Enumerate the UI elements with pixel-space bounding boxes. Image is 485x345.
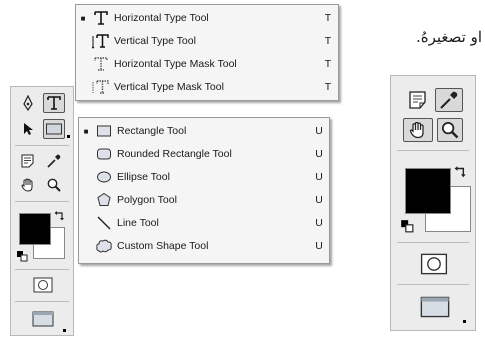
path-selection-icon[interactable] bbox=[17, 119, 39, 139]
vertical-type-mask-icon bbox=[90, 78, 112, 96]
line-icon bbox=[93, 214, 115, 232]
shortcut-key: U bbox=[315, 148, 323, 160]
rectangle-icon bbox=[93, 122, 115, 140]
menu-item-ellipse[interactable]: Ellipse Tool U bbox=[79, 166, 329, 188]
menu-item-label: Polygon Tool bbox=[117, 194, 177, 206]
divider bbox=[15, 301, 69, 302]
eyedropper-icon[interactable] bbox=[43, 151, 65, 171]
menu-item-horizontal-type-mask[interactable]: Horizontal Type Mask Tool T bbox=[76, 53, 338, 75]
menu-item-rounded-rectangle[interactable]: Rounded Rectangle Tool U bbox=[79, 143, 329, 165]
swap-colors-icon[interactable] bbox=[53, 209, 67, 223]
notes-icon[interactable] bbox=[17, 151, 39, 171]
quick-mask-icon[interactable] bbox=[31, 275, 55, 295]
shortcut-key: U bbox=[315, 125, 323, 137]
hidden-tools-indicator bbox=[63, 329, 66, 332]
menu-item-label: Vertical Type Mask Tool bbox=[114, 81, 224, 93]
menu-item-label: Vertical Type Tool bbox=[114, 35, 196, 47]
selected-bullet: ■ bbox=[83, 126, 89, 136]
notes-icon[interactable] bbox=[405, 88, 431, 112]
foreground-color-swatch[interactable] bbox=[405, 168, 451, 214]
hidden-tools-indicator bbox=[67, 135, 70, 138]
type-tool-flyout-menu: ■ Horizontal Type Tool T Vertical Type T… bbox=[75, 4, 339, 101]
custom-shape-icon bbox=[93, 237, 115, 255]
menu-item-polygon[interactable]: Polygon Tool U bbox=[79, 189, 329, 211]
menu-item-vertical-type[interactable]: Vertical Type Tool T bbox=[76, 30, 338, 52]
divider bbox=[15, 145, 69, 146]
shortcut-key: U bbox=[315, 194, 323, 206]
quick-mask-icon[interactable] bbox=[419, 252, 449, 276]
zoom-icon[interactable] bbox=[43, 175, 65, 195]
menu-item-rectangle[interactable]: ■ Rectangle Tool U bbox=[79, 120, 329, 142]
tools-panel-right bbox=[390, 75, 476, 331]
selected-bullet: ■ bbox=[80, 13, 86, 23]
shortcut-key: T bbox=[324, 12, 332, 24]
shortcut-key: T bbox=[324, 81, 332, 93]
divider bbox=[397, 242, 469, 243]
horizontal-type-mask-icon bbox=[90, 55, 112, 73]
menu-item-label: Rounded Rectangle Tool bbox=[117, 148, 232, 160]
menu-item-vertical-type-mask[interactable]: Vertical Type Mask Tool T bbox=[76, 76, 338, 98]
menu-item-line[interactable]: Line Tool U bbox=[79, 212, 329, 234]
menu-item-label: Horizontal Type Tool bbox=[114, 12, 209, 24]
rectangle-shape-icon[interactable] bbox=[43, 119, 65, 139]
ellipse-icon bbox=[93, 168, 115, 186]
shortcut-key: U bbox=[315, 171, 323, 183]
menu-item-horizontal-type[interactable]: ■ Horizontal Type Tool T bbox=[76, 7, 338, 29]
screen-mode-icon[interactable] bbox=[31, 309, 55, 329]
shortcut-key: T bbox=[324, 58, 332, 70]
hand-icon[interactable] bbox=[403, 118, 433, 142]
tools-panel-left bbox=[10, 86, 74, 336]
menu-item-label: Line Tool bbox=[117, 217, 159, 229]
horizontal-type-icon bbox=[90, 9, 112, 27]
zoom-icon[interactable] bbox=[437, 118, 463, 142]
default-colors-icon[interactable] bbox=[15, 249, 29, 263]
default-colors-icon[interactable] bbox=[399, 218, 415, 234]
menu-item-label: Custom Shape Tool bbox=[117, 240, 209, 252]
hand-icon[interactable] bbox=[17, 175, 39, 195]
menu-item-label: Horizontal Type Mask Tool bbox=[114, 58, 237, 70]
arabic-text-fragment: او تصغيرهُ. bbox=[415, 28, 482, 46]
shortcut-key: U bbox=[315, 217, 323, 229]
shortcut-key: U bbox=[315, 240, 323, 252]
eyedropper-icon[interactable] bbox=[435, 88, 463, 112]
pen-tool-icon[interactable] bbox=[17, 93, 39, 113]
foreground-color-swatch[interactable] bbox=[19, 213, 51, 245]
vertical-type-icon bbox=[90, 32, 112, 50]
menu-item-custom-shape[interactable]: Custom Shape Tool U bbox=[79, 235, 329, 257]
shortcut-key: T bbox=[324, 35, 332, 47]
hidden-tools-indicator bbox=[463, 320, 466, 323]
divider bbox=[397, 150, 469, 151]
type-tool-icon[interactable] bbox=[43, 93, 65, 113]
swap-colors-icon[interactable] bbox=[453, 164, 469, 180]
menu-item-label: Ellipse Tool bbox=[117, 171, 170, 183]
polygon-icon bbox=[93, 191, 115, 209]
divider bbox=[15, 269, 69, 270]
rounded-rectangle-icon bbox=[93, 145, 115, 163]
divider bbox=[397, 284, 469, 285]
shape-tool-flyout-menu: ■ Rectangle Tool U Rounded Rectangle Too… bbox=[78, 117, 330, 264]
screen-mode-icon[interactable] bbox=[419, 294, 451, 320]
divider bbox=[15, 201, 69, 202]
menu-item-label: Rectangle Tool bbox=[117, 125, 187, 137]
